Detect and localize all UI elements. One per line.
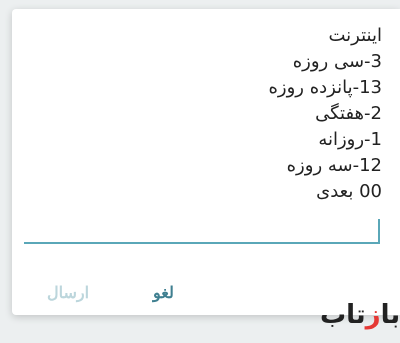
cancel-button[interactable]: لغو: [153, 283, 174, 303]
text-cursor: [378, 219, 380, 242]
option-daily: 1-روزانه: [318, 129, 382, 150]
option-3-day: 12-سه روزه: [286, 155, 382, 176]
watermark-logo: بازتاب: [320, 300, 400, 330]
option-15-day: 13-پانزده روزه: [268, 77, 382, 98]
message-line-title: اینترنت: [328, 25, 383, 46]
screen: اینترنت 3-سی روزه 13-پانزده روزه 2-هفتگی…: [0, 0, 400, 343]
option-next: 00 بعدی: [316, 181, 382, 202]
message-text: اینترنت 3-سی روزه 13-پانزده روزه 2-هفتگی…: [82, 23, 382, 209]
reply-input[interactable]: [24, 242, 380, 244]
option-weekly: 2-هفتگی: [315, 103, 382, 124]
send-button[interactable]: ارسال: [47, 283, 89, 303]
ussd-dialog: اینترنت 3-سی روزه 13-پانزده روزه 2-هفتگی…: [12, 9, 400, 315]
option-30-day: 3-سی روزه: [292, 51, 382, 72]
